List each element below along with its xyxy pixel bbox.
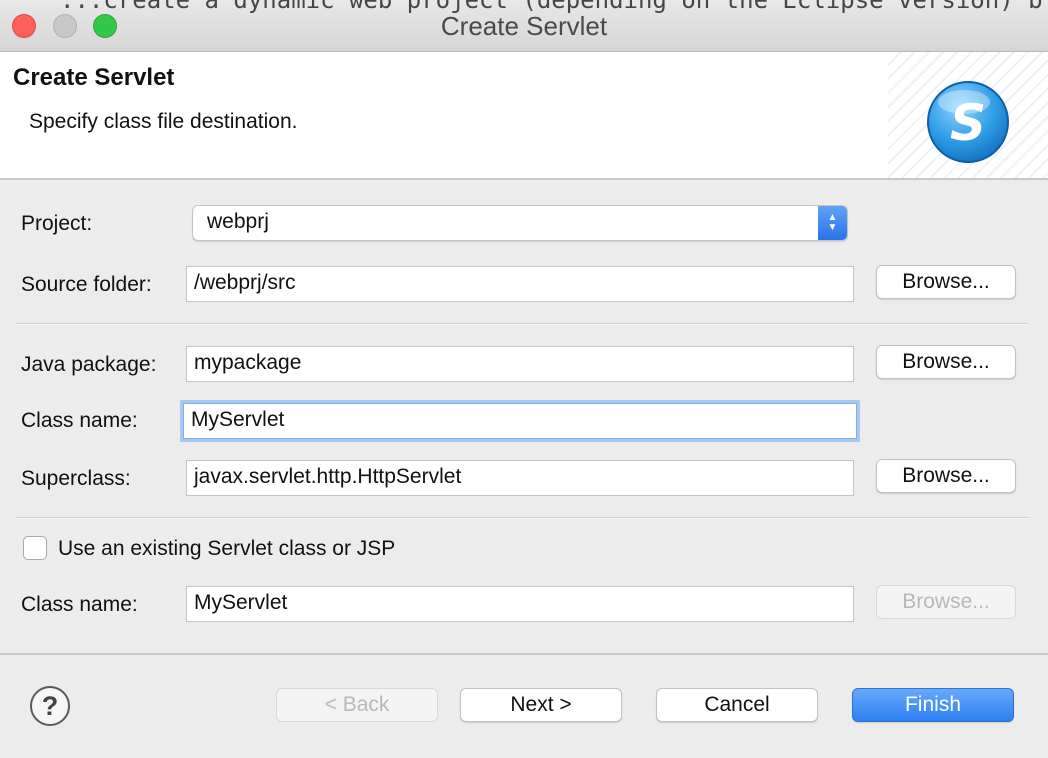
select-stepper-icon: ▲ ▼ (818, 206, 847, 240)
wizard-header: Create Servlet Specify class file destin… (0, 52, 1048, 180)
use-existing-servlet-label[interactable]: Use an existing Servlet class or JSP (58, 537, 395, 561)
java-package-browse-button[interactable]: Browse... (876, 345, 1016, 379)
use-existing-servlet-checkbox[interactable] (23, 536, 47, 560)
page-title: Create Servlet (13, 64, 175, 91)
window-title: Create Servlet (440, 11, 608, 41)
source-folder-label: Source folder: (21, 273, 152, 296)
existing-class-name-field[interactable]: MyServlet (186, 586, 854, 622)
project-select-value: webprj (207, 210, 269, 233)
superclass-browse-button[interactable]: Browse... (876, 459, 1016, 493)
java-package-label: Java package: (21, 353, 157, 376)
help-icon[interactable]: ? (30, 686, 70, 726)
svg-text:S: S (950, 94, 986, 152)
project-select[interactable]: webprj ▲ ▼ (192, 205, 848, 241)
source-folder-field[interactable]: /webprj/src (186, 266, 854, 302)
page-description: Specify class file destination. (29, 110, 298, 133)
servlet-logo-icon: S (927, 81, 1009, 163)
source-folder-browse-button[interactable]: Browse... (876, 265, 1016, 299)
finish-button[interactable]: Finish (852, 688, 1014, 722)
project-label: Project: (21, 212, 93, 235)
next-button[interactable]: Next > (460, 688, 622, 722)
existing-class-browse-button[interactable]: Browse... (876, 585, 1016, 619)
cancel-button[interactable]: Cancel (656, 688, 818, 722)
footer-separator (0, 653, 1048, 655)
window-titlebar: ...create a dynamic web project (dependi… (0, 0, 1048, 52)
section-separator (16, 323, 1028, 325)
class-name-field[interactable]: MyServlet (183, 403, 857, 439)
back-button[interactable]: < Back (276, 688, 438, 722)
class-name-label: Class name: (21, 409, 138, 432)
section-separator (16, 517, 1028, 519)
existing-class-name-label: Class name: (21, 593, 138, 616)
superclass-label: Superclass: (21, 467, 131, 490)
superclass-field[interactable]: javax.servlet.http.HttpServlet (186, 460, 854, 496)
java-package-field[interactable]: mypackage (186, 346, 854, 382)
